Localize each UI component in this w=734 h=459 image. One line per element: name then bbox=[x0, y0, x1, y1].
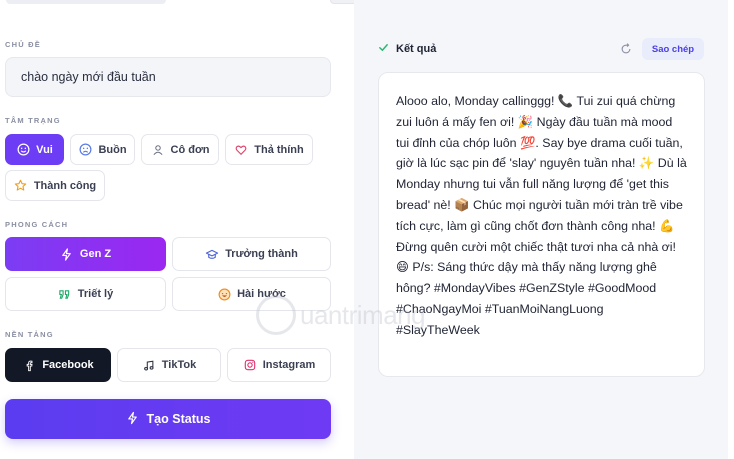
style-chip-label: Gen Z bbox=[79, 248, 112, 260]
platform-chip-label: Instagram bbox=[262, 359, 316, 371]
mood-chip-label: Vui bbox=[36, 143, 53, 156]
user-icon bbox=[151, 143, 165, 157]
style-chip-truong-thanh[interactable]: Trưởng thành bbox=[172, 237, 331, 271]
smile-icon bbox=[16, 143, 30, 157]
mood-chip-label: Thành công bbox=[33, 179, 97, 192]
star-icon bbox=[14, 179, 28, 193]
mood-chip-label: Thả thính bbox=[254, 143, 304, 156]
sad-face-icon bbox=[78, 143, 92, 157]
style-chip-gen-z[interactable]: Gen Z bbox=[5, 237, 166, 271]
platform-chip-tiktok[interactable]: TikTok bbox=[117, 348, 221, 382]
style-label: PHONG CÁCH bbox=[5, 220, 69, 229]
result-card: Alooo alo, Monday callinggg! 📞 Tui zui q… bbox=[378, 72, 705, 377]
create-status-label: Tạo Status bbox=[146, 412, 211, 426]
lightning-icon bbox=[126, 411, 139, 428]
style-chip-hai-huoc[interactable]: Hài hước bbox=[172, 277, 331, 311]
mood-chip-thanh-cong[interactable]: Thành công bbox=[5, 170, 105, 201]
laughing-face-icon bbox=[217, 287, 231, 301]
style-chip-label: Triết lý bbox=[77, 288, 114, 300]
facebook-icon bbox=[22, 358, 36, 372]
platform-chip-label: TikTok bbox=[161, 359, 197, 371]
platform-label: NỀN TẢNG bbox=[5, 330, 54, 339]
topic-label: CHỦ ĐỀ bbox=[5, 40, 41, 49]
check-icon bbox=[378, 42, 389, 56]
graduation-cap-icon bbox=[205, 247, 219, 261]
result-title: Kết quả bbox=[396, 43, 437, 55]
instagram-icon bbox=[243, 358, 257, 372]
mood-chip-label: Buồn bbox=[98, 143, 127, 156]
result-panel: Kết quả Sao chép Alooo alo, Monday calli… bbox=[354, 0, 728, 459]
platform-chip-facebook[interactable]: Facebook bbox=[5, 348, 111, 382]
style-chip-label: Trưởng thành bbox=[225, 248, 298, 260]
result-text: Alooo alo, Monday callinggg! 📞 Tui zui q… bbox=[396, 94, 687, 337]
topic-input-value: chào ngày mới đầu tuần bbox=[21, 70, 156, 84]
mood-label: TÂM TRẠNG bbox=[5, 116, 61, 125]
refresh-icon[interactable] bbox=[620, 42, 632, 54]
status-form: CHỦ ĐỀ chào ngày mới đầu tuần TÂM TRẠNG … bbox=[0, 0, 340, 459]
mood-chip-vui[interactable]: Vui bbox=[5, 134, 64, 165]
topic-input[interactable]: chào ngày mới đầu tuần bbox=[5, 57, 331, 97]
heart-icon bbox=[234, 143, 248, 157]
platform-chip-instagram[interactable]: Instagram bbox=[227, 348, 331, 382]
style-chip-triet-ly[interactable]: Triết lý bbox=[5, 277, 166, 311]
copy-button-label: Sao chép bbox=[651, 43, 695, 55]
mood-chip-label: Cô đơn bbox=[170, 143, 210, 156]
platform-chip-label: Facebook bbox=[42, 359, 94, 371]
mood-chip-buon[interactable]: Buồn bbox=[70, 134, 135, 165]
mood-chip-co-don[interactable]: Cô đơn bbox=[141, 134, 219, 165]
create-status-button[interactable]: Tạo Status bbox=[5, 399, 331, 439]
music-note-icon bbox=[142, 358, 156, 372]
result-header: Kết quả bbox=[378, 40, 436, 58]
copy-button[interactable]: Sao chép bbox=[642, 38, 704, 60]
mood-chip-tha-thinh[interactable]: Thả thính bbox=[225, 134, 313, 165]
style-chip-label: Hài hước bbox=[237, 288, 286, 300]
lightning-icon bbox=[60, 247, 74, 261]
quote-icon bbox=[58, 287, 72, 301]
